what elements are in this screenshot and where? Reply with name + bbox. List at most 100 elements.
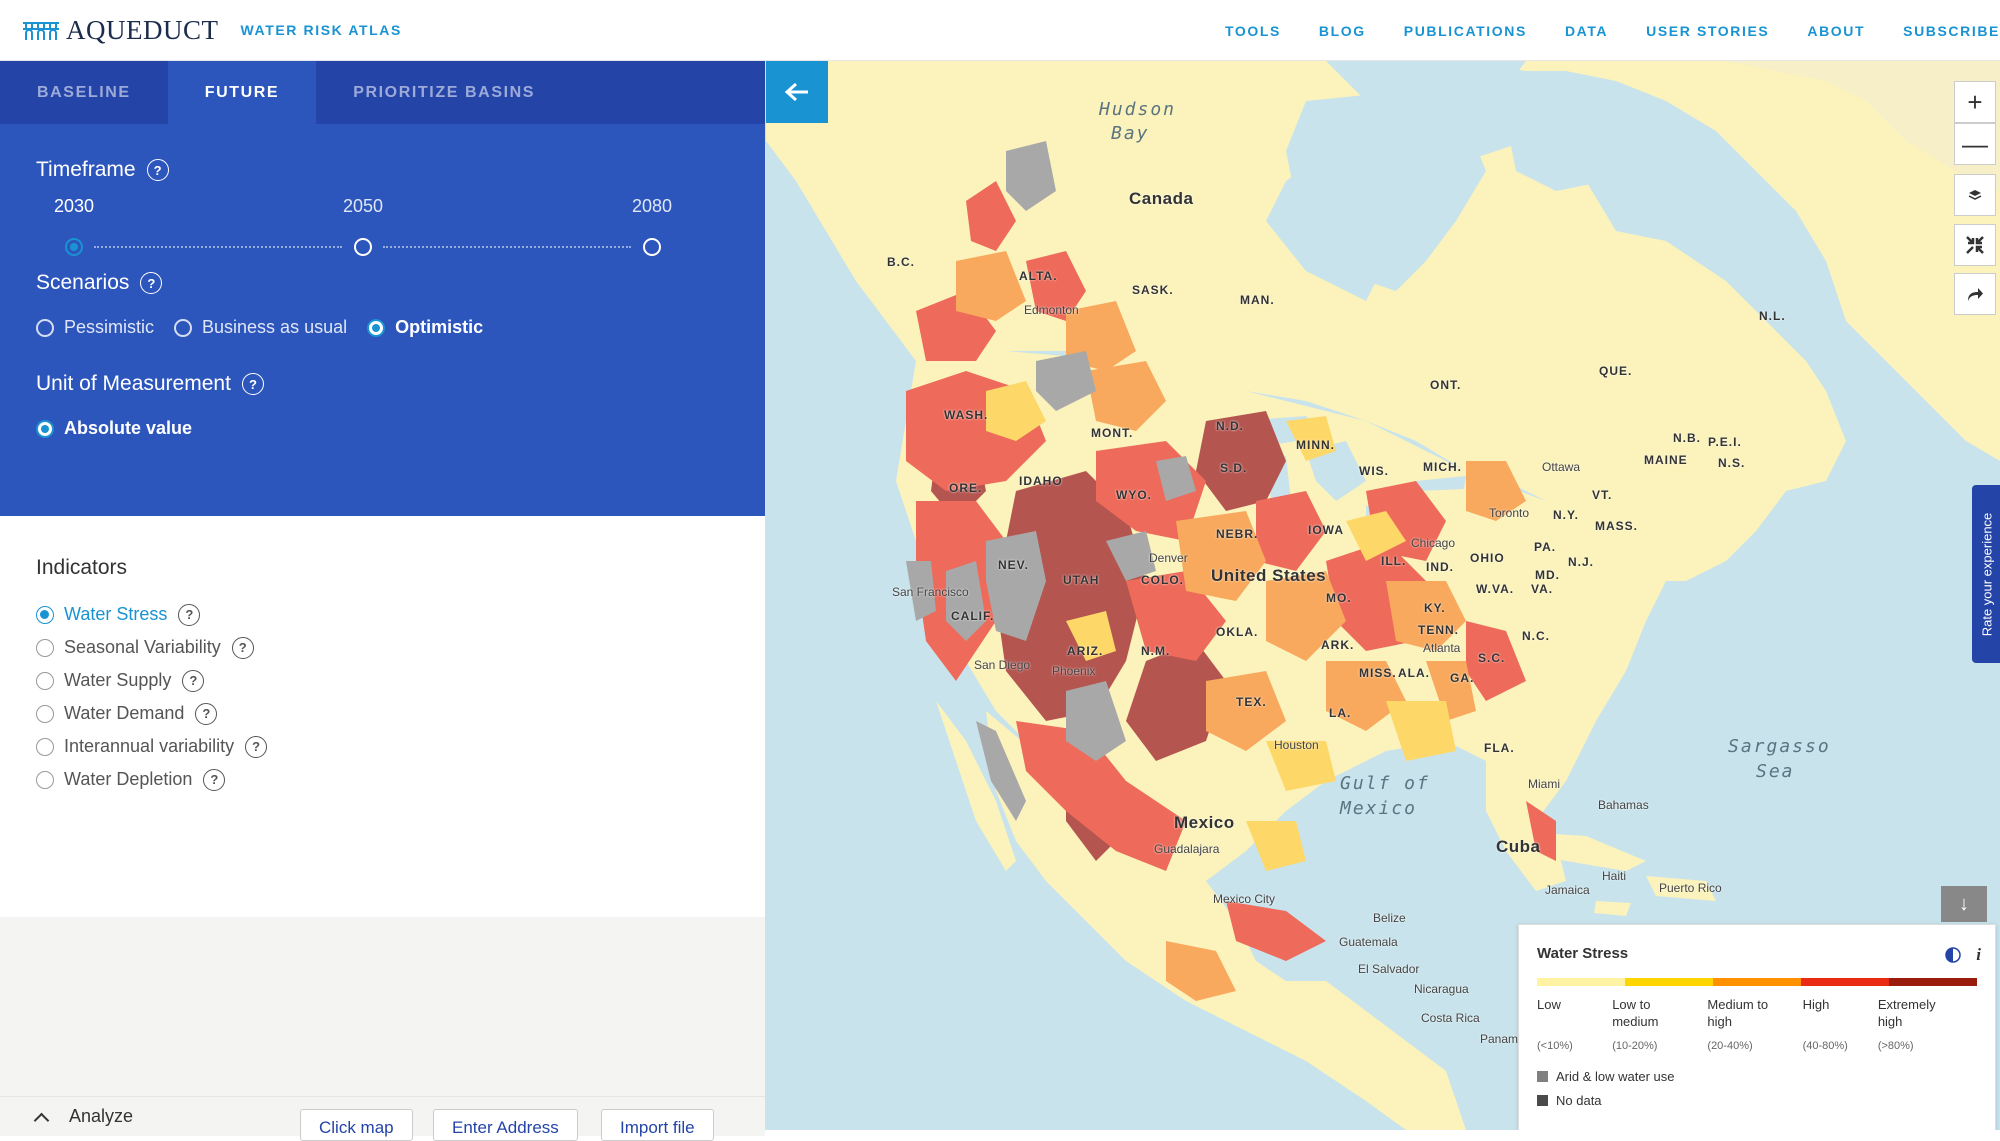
scenarios-section-title: Scenarios ? <box>36 271 729 295</box>
legend-title: Water Stress <box>1537 945 1629 962</box>
map-label-ky: KY. <box>1424 601 1446 615</box>
unit-title: Unit of Measurement <box>36 372 231 395</box>
map-view[interactable]: Hudson Bay Canada B.C. ALTA. SASK. MAN. … <box>766 61 2000 1130</box>
enter-address-button[interactable]: Enter Address <box>433 1109 578 1141</box>
arrow-left-icon <box>784 82 808 102</box>
timeframe-title: Timeframe <box>36 158 136 181</box>
water-supply-help-icon[interactable]: ? <box>182 669 205 692</box>
nav-blog[interactable]: BLOG <box>1319 23 1366 39</box>
top-header: AQUEDUCT WATER RISK ATLAS TOOLS BLOG PUB… <box>0 0 2000 61</box>
water-demand-help-icon[interactable]: ? <box>195 702 218 725</box>
map-label-tex: TEX. <box>1236 695 1267 709</box>
fullscreen-button[interactable] <box>1954 224 1996 266</box>
collapse-sidebar-button[interactable] <box>766 61 828 123</box>
map-label-gulf-of-mexico: Gulf of <box>1340 773 1430 794</box>
radio-circle <box>36 704 54 723</box>
map-label-gulf-of-mexico: Mexico <box>1340 798 1418 819</box>
legend-swatch-arid <box>1537 1071 1548 1082</box>
interannual-variability-help-icon[interactable]: ? <box>245 735 268 758</box>
indicator-water-depletion[interactable]: Water Depletion ? <box>36 763 729 796</box>
map-label-mo: MO. <box>1326 591 1352 605</box>
unit-help-icon[interactable]: ? <box>241 373 264 395</box>
water-depletion-help-icon[interactable]: ? <box>203 768 226 791</box>
map-label-mexico-city: Mexico City <box>1213 892 1276 906</box>
map-label-md: MD. <box>1535 568 1560 582</box>
nav-user-stories[interactable]: USER STORIES <box>1646 23 1769 39</box>
analyze-bar: Analyze Click map Enter Address Import f… <box>0 1096 765 1141</box>
zoom-in-button[interactable]: + <box>1954 81 1996 123</box>
map-label-chicago: Chicago <box>1411 536 1456 550</box>
indicator-water-stress[interactable]: Water Stress ? <box>36 598 729 631</box>
legend-color-bar <box>1537 978 1977 986</box>
legend-toggle-button[interactable]: ↓ <box>1941 886 1987 922</box>
legend-swatch-high <box>1801 978 1889 986</box>
scenario-optimistic[interactable]: Optimistic <box>367 317 483 338</box>
legend-cat-label: Extremely high <box>1877 997 1936 1029</box>
aqueduct-logo[interactable]: AQUEDUCT <box>22 15 219 46</box>
legend-cat-medium-to-high: Medium to high (20-40%) <box>1707 996 1802 1055</box>
legend-cat-label: Low to medium <box>1612 997 1659 1029</box>
analyze-label: Analyze <box>69 1106 134 1126</box>
timeline-track <box>94 246 342 248</box>
timeline-track <box>383 246 631 248</box>
seasonal-variability-help-icon[interactable]: ? <box>231 636 254 659</box>
scenario-business-as-usual[interactable]: Business as usual <box>174 317 347 338</box>
timeframe-2030-dot[interactable] <box>65 238 83 256</box>
indicators-panel: Indicators Water Stress ? Seasonal Varia… <box>0 516 765 918</box>
indicator-interannual-variability[interactable]: Interannual variability ? <box>36 730 729 763</box>
indicator-label: Water Stress <box>64 604 168 624</box>
map-label-wis: WIS. <box>1359 464 1389 478</box>
timeframe-slider[interactable]: 2030 2050 2080 <box>36 196 729 271</box>
indicator-seasonal-variability[interactable]: Seasonal Variability ? <box>36 631 729 664</box>
unit-absolute-value[interactable]: Absolute value <box>36 418 192 439</box>
tab-prioritize-basins[interactable]: PRIORITIZE BASINS <box>316 61 572 124</box>
nav-subscribe[interactable]: SUBSCRIBE <box>1903 23 2000 39</box>
map-label-jamaica: Jamaica <box>1545 883 1590 897</box>
timeframe-2050-dot[interactable] <box>354 238 372 256</box>
opacity-icon[interactable] <box>1944 946 1962 964</box>
map-label-la: LA. <box>1329 706 1352 720</box>
share-button[interactable] <box>1954 273 1996 315</box>
nav-tools[interactable]: TOOLS <box>1225 23 1281 39</box>
map-label-iowa: IOWA <box>1308 523 1344 537</box>
legend-extra-label: Arid & low water use <box>1556 1069 1675 1084</box>
map-label-hudson-bay: Hudson <box>1099 99 1177 120</box>
unit-options: Absolute value <box>36 418 729 439</box>
indicator-list: Water Stress ? Seasonal Variability ? Wa… <box>36 598 729 796</box>
water-stress-help-icon[interactable]: ? <box>178 603 201 626</box>
map-label-miss: MISS. <box>1359 666 1397 680</box>
tab-future[interactable]: FUTURE <box>167 61 317 124</box>
map-label-colo: COLO. <box>1141 573 1184 587</box>
legend-icons: i <box>1944 945 1981 965</box>
map-legend: Water Stress i Low (<10%) Low to medium … <box>1518 924 1996 1130</box>
map-label-united-states: United States <box>1211 566 1327 585</box>
scenario-pessimistic[interactable]: Pessimistic <box>36 317 154 338</box>
indicators-title: Indicators <box>36 556 128 579</box>
map-label-edmonton: Edmonton <box>1024 303 1079 317</box>
map-label-maine: MAINE <box>1644 453 1688 467</box>
zoom-out-button[interactable]: — <box>1954 123 1996 165</box>
indicator-water-demand[interactable]: Water Demand ? <box>36 697 729 730</box>
timeframe-help-icon[interactable]: ? <box>146 159 169 181</box>
click-map-button[interactable]: Click map <box>300 1109 413 1141</box>
analyze-toggle[interactable]: Analyze <box>33 1106 134 1129</box>
info-icon[interactable]: i <box>1976 945 1981 965</box>
nav-publications[interactable]: PUBLICATIONS <box>1404 23 1527 39</box>
nav-data[interactable]: DATA <box>1565 23 1608 39</box>
indicator-water-supply[interactable]: Water Supply ? <box>36 664 729 697</box>
map-label-sc: S.C. <box>1478 651 1506 665</box>
map-label-guatemala: Guatemala <box>1339 935 1398 949</box>
map-label-fla: FLA. <box>1484 741 1515 755</box>
legend-cat-label: High <box>1802 997 1830 1012</box>
map-label-nl: N.L. <box>1759 309 1786 323</box>
nav-about[interactable]: ABOUT <box>1807 23 1865 39</box>
tab-baseline[interactable]: BASELINE <box>0 61 168 124</box>
scenarios-help-icon[interactable]: ? <box>140 272 163 294</box>
map-label-hudson-bay: Bay <box>1111 123 1150 144</box>
rate-experience-tab[interactable]: Rate your experience <box>1972 485 2000 663</box>
map-label-guadalajara: Guadalajara <box>1154 842 1220 856</box>
layers-button[interactable] <box>1954 174 1996 216</box>
timeframe-2080-dot[interactable] <box>643 238 661 256</box>
map-label-mass: MASS. <box>1595 519 1639 533</box>
import-file-button[interactable]: Import file <box>601 1109 714 1141</box>
